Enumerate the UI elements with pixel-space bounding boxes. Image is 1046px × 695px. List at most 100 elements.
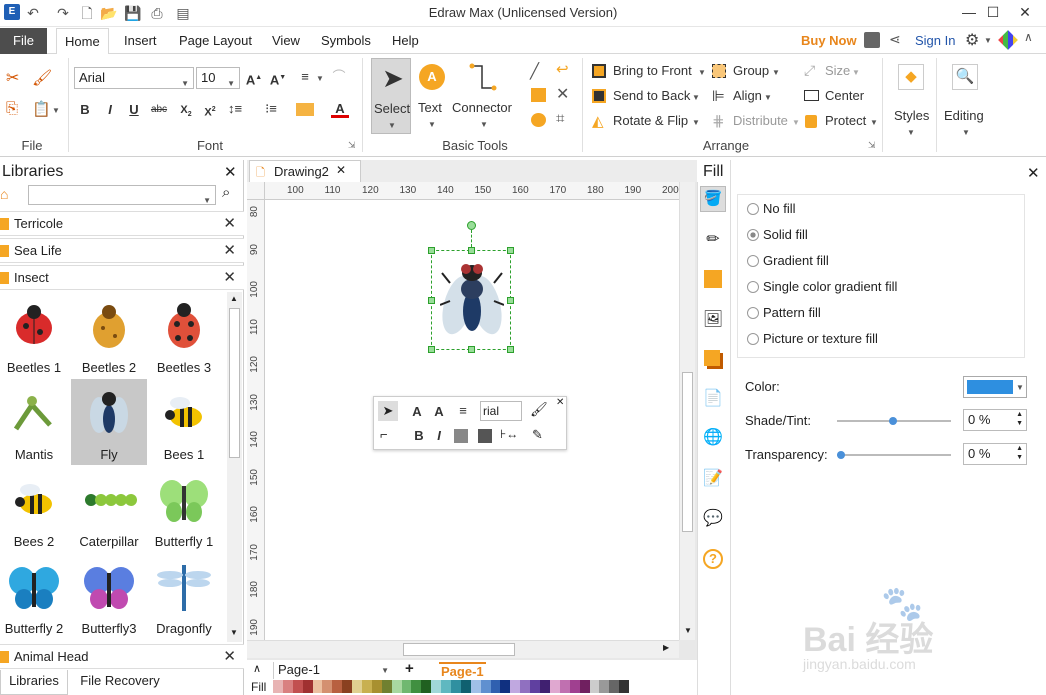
grow-font-icon[interactable]: A xyxy=(408,403,426,421)
page-select[interactable]: Page-1 ▼ xyxy=(273,662,391,679)
shape-style-icon[interactable] xyxy=(700,266,726,292)
scroll-thumb[interactable] xyxy=(682,372,693,532)
color-palette[interactable] xyxy=(273,680,630,693)
resize-handle[interactable] xyxy=(428,297,435,304)
library-symbol-beetles-2[interactable]: Beetles 2 xyxy=(71,292,147,378)
bold-button[interactable]: B xyxy=(76,101,94,119)
palette-swatch[interactable] xyxy=(579,680,590,693)
scroll-thumb[interactable] xyxy=(229,308,240,458)
buy-now-link[interactable]: Buy Now xyxy=(801,33,857,48)
italic-button[interactable]: I xyxy=(101,101,119,119)
arrange-dialog-launcher-icon[interactable]: ⇲ xyxy=(868,140,876,151)
tab-symbols[interactable]: Symbols xyxy=(313,28,379,54)
globe-icon[interactable]: 🌐 xyxy=(700,425,726,451)
stepper-icon[interactable]: ▲ ▼ xyxy=(1016,410,1023,428)
mini-font-select[interactable]: rial xyxy=(480,401,522,421)
palette-swatch[interactable] xyxy=(510,680,521,693)
help-icon[interactable]: ? xyxy=(700,546,726,572)
palette-swatch[interactable] xyxy=(619,680,630,693)
settings-gear-icon[interactable]: ⚙ xyxy=(965,30,979,50)
library-section-insect[interactable]: Insect ✕ xyxy=(0,265,244,290)
close-fill-panel-icon[interactable]: ✕ xyxy=(1027,164,1040,182)
tab-file[interactable]: File xyxy=(0,28,47,54)
palette-swatch[interactable] xyxy=(460,680,471,693)
close-section-icon[interactable]: ✕ xyxy=(223,241,236,259)
cross-tool-icon[interactable]: ✕ xyxy=(556,84,569,104)
italic-button[interactable]: I xyxy=(430,427,448,445)
text-highlight-icon[interactable] xyxy=(296,103,314,116)
library-symbol-bees-1[interactable]: Bees 1 xyxy=(146,379,222,465)
image-icon[interactable]: 🖼 xyxy=(700,307,726,333)
palette-swatch[interactable] xyxy=(342,680,353,693)
rectangle-tool-icon[interactable] xyxy=(531,88,546,102)
grow-font-icon[interactable]: A▲ xyxy=(245,69,263,87)
paragraph-align-icon[interactable]: ≡ xyxy=(454,402,472,420)
library-section-sea-life[interactable]: Sea Life ✕ xyxy=(0,238,244,263)
palette-swatch[interactable] xyxy=(441,680,452,693)
cut-icon[interactable]: ✂ xyxy=(6,68,19,88)
tab-libraries[interactable]: Libraries xyxy=(0,670,68,695)
palette-swatch[interactable] xyxy=(589,680,600,693)
tab-insert[interactable]: Insert xyxy=(116,28,165,54)
page-properties-icon[interactable]: 📄 xyxy=(700,386,726,412)
radio-button[interactable] xyxy=(747,307,759,319)
radio-button[interactable] xyxy=(747,255,759,267)
share-icon[interactable]: ⋖ xyxy=(889,31,901,48)
page-nav-up-icon[interactable]: ∧ xyxy=(253,662,261,675)
palette-swatch[interactable] xyxy=(312,680,323,693)
select-tool-button[interactable]: ➤ Select ▼ xyxy=(371,58,411,134)
close-tab-icon[interactable]: ✕ xyxy=(336,163,346,177)
scroll-up-icon[interactable]: ▲ xyxy=(230,294,238,303)
transparency-input[interactable]: 0 % ▲ ▼ xyxy=(963,443,1027,465)
library-symbol-butterfly3[interactable]: Butterfly3 xyxy=(71,553,147,639)
tab-help[interactable]: Help xyxy=(384,28,427,54)
connector-style-icon[interactable]: ⌐ xyxy=(380,427,388,442)
font-color-icon[interactable]: A xyxy=(331,100,349,118)
transparency-slider[interactable] xyxy=(837,451,951,459)
library-symbol-bees-2[interactable]: Bees 2 xyxy=(0,466,72,552)
fly-shape-selected[interactable] xyxy=(428,221,514,353)
library-section-terricole[interactable]: Terricole ✕ xyxy=(0,211,244,236)
fill-option-no-fill[interactable]: No fill xyxy=(747,200,1017,220)
rotation-handle[interactable] xyxy=(467,221,476,230)
palette-swatch[interactable] xyxy=(431,680,442,693)
pointer-icon[interactable]: ➤ xyxy=(378,401,398,421)
shade-tint-input[interactable]: 0 % ▲ ▼ xyxy=(963,409,1027,431)
tab-view[interactable]: View xyxy=(264,28,308,54)
fill-option-gradient-fill[interactable]: Gradient fill xyxy=(747,252,1017,272)
document-tab[interactable]: 🗋 Drawing2 ✕ xyxy=(249,160,361,182)
palette-swatch[interactable] xyxy=(559,680,570,693)
font-name-select[interactable]: Arial ▼ xyxy=(74,67,194,89)
radio-button[interactable] xyxy=(747,333,759,345)
subscript-button[interactable]: X2 xyxy=(177,101,195,119)
radio-button[interactable] xyxy=(747,203,759,215)
shrink-font-icon[interactable]: A xyxy=(430,403,448,421)
tab-file-recovery[interactable]: File Recovery xyxy=(70,670,170,695)
fill-option-pattern-fill[interactable]: Pattern fill xyxy=(747,304,1017,324)
shade-tint-slider[interactable] xyxy=(837,417,951,425)
note-edit-icon[interactable]: 📝 xyxy=(700,466,726,492)
library-symbol-butterfly-2[interactable]: Butterfly 2 xyxy=(0,553,72,639)
palette-swatch[interactable] xyxy=(480,680,491,693)
palette-swatch[interactable] xyxy=(490,680,501,693)
scroll-thumb[interactable] xyxy=(403,643,515,656)
paste-dropdown-icon[interactable]: ▼ xyxy=(52,106,60,115)
palette-swatch[interactable] xyxy=(292,680,303,693)
palette-swatch[interactable] xyxy=(332,680,343,693)
ellipse-tool-icon[interactable] xyxy=(531,113,546,127)
connector-tool-button[interactable]: Connector ▼ xyxy=(452,58,514,134)
library-section-animal-head[interactable]: Animal Head ✕ xyxy=(0,644,244,669)
line-spacing-icon[interactable]: ↕≡ xyxy=(226,100,244,118)
palette-swatch[interactable] xyxy=(273,680,283,693)
scroll-right-icon[interactable]: ▶ xyxy=(663,643,669,652)
bullets-icon[interactable]: ⁝≡ xyxy=(262,100,280,118)
palette-swatch[interactable] xyxy=(520,680,531,693)
palette-swatch[interactable] xyxy=(540,680,550,693)
palette-swatch[interactable] xyxy=(451,680,461,693)
strikethrough-button[interactable]: abc xyxy=(150,101,168,119)
format-painter-icon[interactable]: 🖌 xyxy=(530,401,548,418)
radio-button[interactable] xyxy=(747,229,759,241)
account-icon[interactable] xyxy=(864,32,880,48)
editing-button[interactable]: 🔍 Editing ▼ xyxy=(942,60,990,140)
font-dialog-launcher-icon[interactable]: ⇲ xyxy=(348,140,356,151)
